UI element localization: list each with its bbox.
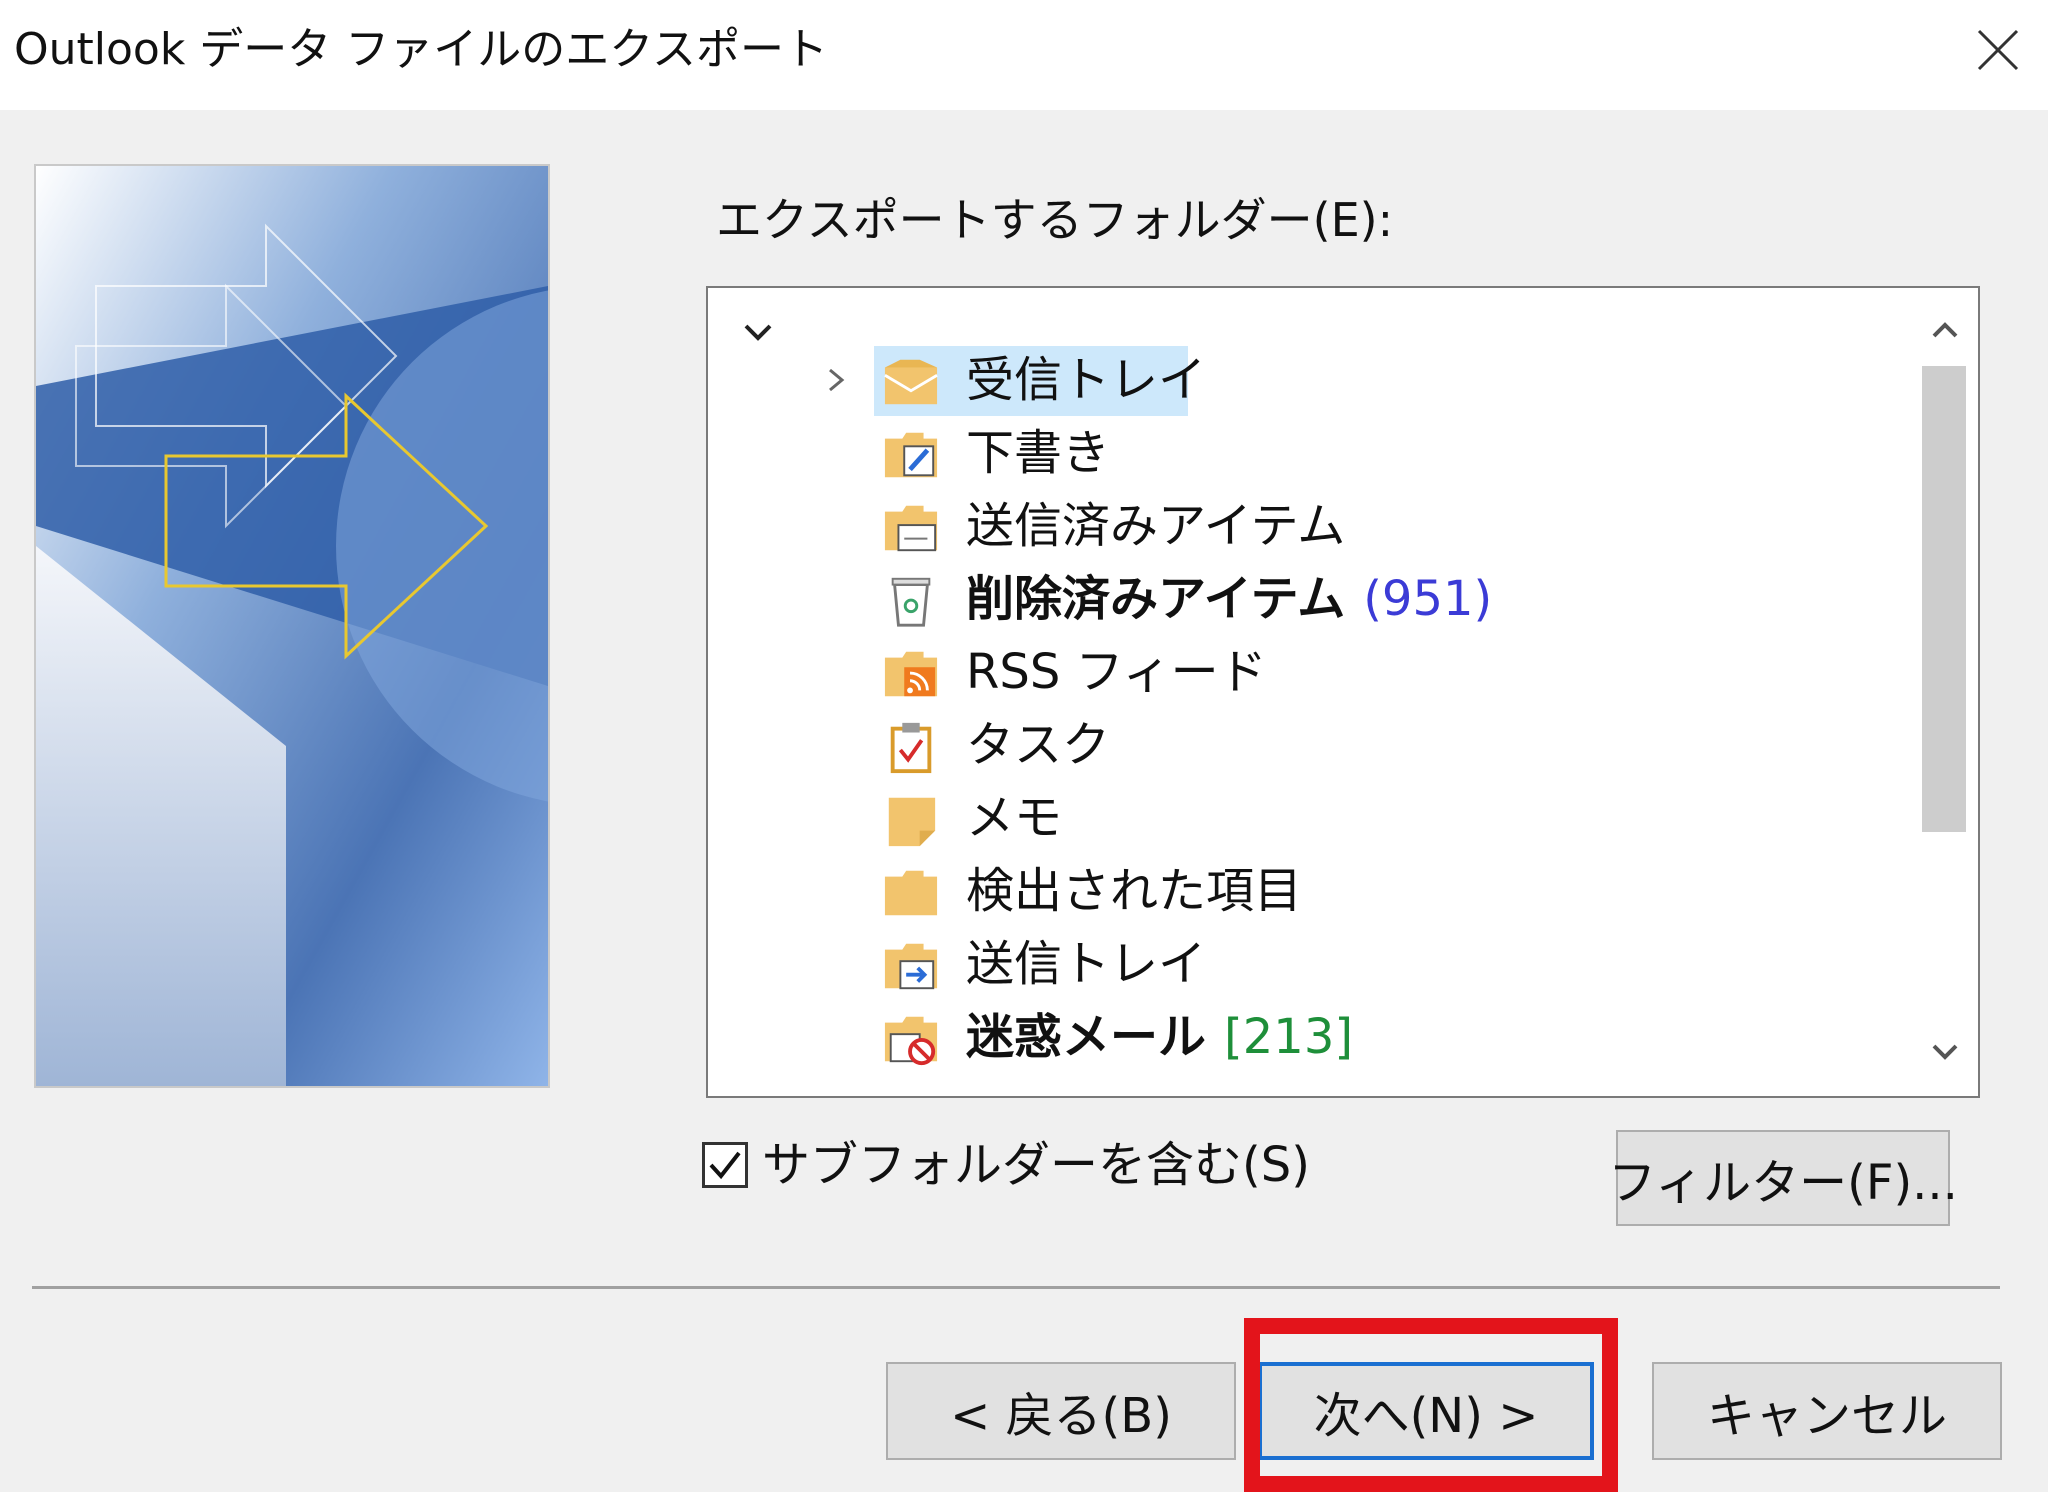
tree-item[interactable]: 検出された項目 <box>708 855 1908 927</box>
tree-item-text: 迷惑メール <box>966 1009 1207 1065</box>
drafts-folder-icon <box>884 432 938 478</box>
checkmark-icon <box>709 1151 741 1180</box>
unread-count: (951) <box>1363 571 1493 627</box>
tree-item-label: 送信済みアイテム <box>966 490 1345 562</box>
scroll-down-icon[interactable] <box>1922 1028 1968 1074</box>
tree-item[interactable]: 下書き <box>708 417 1908 489</box>
tree-item-text: 送信済みアイテム <box>966 498 1346 554</box>
folder-icon <box>884 870 938 916</box>
tree-item-label: メモ <box>966 782 1062 854</box>
close-button[interactable] <box>1958 14 2038 86</box>
tree-item-text: RSS フィード <box>966 644 1267 700</box>
tree-item-label: 削除済みアイテム (951) <box>966 563 1492 635</box>
window-title: Outlook データ ファイルのエクスポート <box>14 24 828 75</box>
chevron-right-icon[interactable] <box>818 362 854 398</box>
tree-item-label: タスク <box>966 709 1110 781</box>
filter-button[interactable]: フィルター(F)... <box>1608 1130 1958 1226</box>
scroll-thumb[interactable] <box>1922 366 1966 832</box>
tree-item-text: 下書き <box>966 425 1111 481</box>
sticky-note-icon <box>888 797 936 847</box>
tree-item-label: 迷惑メール [213] <box>966 1001 1353 1073</box>
back-button[interactable]: < 戻る(B) <box>886 1362 1236 1460</box>
cancel-button[interactable]: キャンセル <box>1652 1362 2002 1460</box>
tree-item-text: メモ <box>966 790 1063 846</box>
tree-item[interactable]: 送信トレイ <box>708 928 1908 1000</box>
tree-item[interactable]: 受信トレイ <box>708 344 1908 416</box>
tree-item[interactable]: 送信済みアイテム <box>708 490 1908 562</box>
tree-item-text: タスク <box>966 717 1111 773</box>
tree-item-text: 受信トレイ <box>966 352 1207 408</box>
unread-count: [213] <box>1224 1009 1354 1065</box>
vertical-scrollbar[interactable] <box>1912 288 1978 1096</box>
scroll-up-icon[interactable] <box>1922 308 1968 354</box>
tree-item[interactable]: 削除済みアイテム (951) <box>708 563 1908 635</box>
tree-item-label: 下書き <box>966 417 1110 489</box>
tree-item-label: 送信トレイ <box>966 928 1206 1000</box>
tree-item-text: 送信トレイ <box>966 936 1207 992</box>
outbox-folder-icon <box>884 943 938 990</box>
tree-item[interactable]: メモ <box>708 782 1908 854</box>
rss-folder-icon <box>884 651 938 697</box>
include-subfolders-label: サブフォルダーを含む(S) <box>762 1137 1310 1193</box>
task-clipboard-icon <box>890 722 932 774</box>
junk-folder-icon <box>884 1016 938 1066</box>
tree-item[interactable]: 迷惑メール [213] <box>708 1001 1908 1073</box>
tree-top-gap <box>788 288 1596 292</box>
trash-can-icon <box>891 577 931 627</box>
folder-tree[interactable]: 受信トレイ下書き送信済みアイテム 削除済みアイテム (951) RSS フィード タスク… <box>706 286 1980 1098</box>
inbox-folder-icon <box>884 359 938 405</box>
folders-label: エクスポートするフォルダー(E): <box>716 193 1394 247</box>
tree-item-label: RSS フィード <box>966 636 1267 708</box>
tree-item[interactable]: タスク <box>708 709 1908 781</box>
tree-item-text: 削除済みアイテム <box>966 571 1346 627</box>
tree-item-text: 検出された項目 <box>966 863 1303 919</box>
close-icon <box>1977 29 2019 71</box>
tree-item-label: 受信トレイ <box>966 344 1206 416</box>
tree-item-label: 検出された項目 <box>966 855 1302 927</box>
tree-item[interactable]: RSS フィード <box>708 636 1908 708</box>
checkbox-box[interactable] <box>702 1142 748 1188</box>
title-bar: Outlook データ ファイルのエクスポート <box>0 0 2048 110</box>
next-button[interactable]: 次へ(N) > <box>1258 1362 1594 1460</box>
include-subfolders-checkbox[interactable]: サブフォルダーを含む(S) <box>702 1130 1310 1200</box>
sent-items-folder-icon <box>884 505 938 552</box>
divider <box>32 1286 2000 1289</box>
wizard-illustration <box>34 164 550 1088</box>
